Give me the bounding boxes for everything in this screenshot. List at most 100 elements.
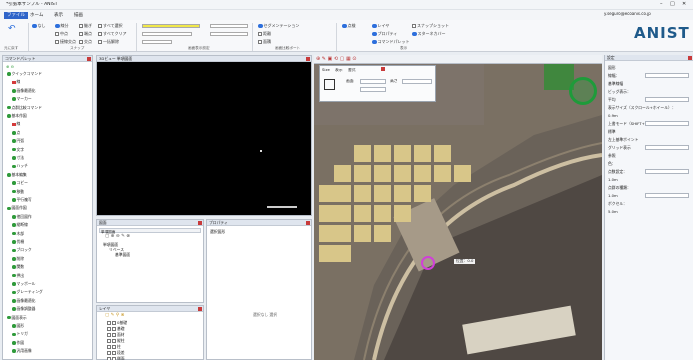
undo-icon[interactable]: ↶: [8, 24, 16, 34]
dialog-tool-1[interactable]: 表示: [335, 68, 343, 73]
btn-inspect[interactable]: 点検: [342, 23, 356, 29]
display-field-1[interactable]: [142, 32, 192, 36]
command-item[interactable]: 線: [12, 79, 20, 85]
selection-marker[interactable]: [421, 256, 435, 270]
snap-none[interactable]: なし: [32, 23, 46, 29]
layer-color[interactable]: [112, 339, 116, 343]
tab-file[interactable]: ファイル: [4, 12, 28, 19]
command-item[interactable]: トリガ: [12, 331, 28, 337]
tree-child-2[interactable]: 基準図面: [115, 252, 130, 258]
btn-layer[interactable]: レイヤ: [372, 23, 389, 29]
settings-field[interactable]: [645, 193, 689, 198]
command-item[interactable]: 画像最適化: [12, 88, 35, 94]
btn-area[interactable]: 面積: [258, 39, 271, 45]
btn-command-palette[interactable]: コマンドパレット: [372, 39, 410, 45]
select-all[interactable]: すべて選択: [98, 23, 123, 29]
layer-checkbox[interactable]: [107, 339, 111, 343]
command-item[interactable]: 図形: [12, 323, 24, 329]
snap-join[interactable]: 継ぎ: [79, 23, 92, 29]
layer-checkbox[interactable]: [107, 321, 111, 325]
command-item[interactable]: 基本編集: [7, 172, 27, 178]
command-item[interactable]: マーカー: [12, 96, 32, 102]
layer-color[interactable]: [112, 345, 116, 349]
dialog-tool-2[interactable]: 書式: [348, 68, 356, 73]
btn-properties[interactable]: プロパティ: [372, 31, 397, 37]
command-item[interactable]: 図面作図: [7, 205, 27, 211]
settings-field[interactable]: [645, 121, 689, 126]
tree-field[interactable]: 単項図面: [99, 228, 201, 234]
map-tool-icons[interactable]: ⊕ ✎ ▣ ⟲ ▢ ▦ ⊙: [316, 56, 356, 62]
btn-star-cover[interactable]: スターネカバー: [412, 31, 446, 37]
close-icon[interactable]: [87, 57, 91, 61]
command-item[interactable]: ハッチ: [12, 163, 28, 169]
close-icon[interactable]: ✕: [682, 1, 686, 7]
command-item[interactable]: 移動: [12, 189, 24, 195]
command-item[interactable]: 文字: [12, 147, 24, 153]
dialog-tool-0[interactable]: Size: [322, 68, 330, 73]
color-slider[interactable]: [142, 24, 200, 28]
dialog-input-3[interactable]: [360, 87, 386, 92]
tab-draw[interactable]: 描画: [71, 12, 86, 19]
3d-view-panel[interactable]: 3Dビュー 単項図面: [96, 55, 312, 216]
command-item[interactable]: 他回図作: [12, 214, 32, 220]
btn-segment[interactable]: セグメンテーション: [258, 23, 299, 29]
command-item[interactable]: 画像調整器: [12, 306, 35, 312]
layer-checkbox[interactable]: [107, 345, 111, 349]
shape-icon[interactable]: [324, 79, 335, 90]
command-item[interactable]: 作図: [12, 340, 24, 346]
command-item[interactable]: 押出: [12, 273, 24, 279]
tab-view[interactable]: 表示: [51, 12, 66, 19]
command-item[interactable]: グレーティング: [12, 289, 43, 295]
snap-midpoint[interactable]: 中点: [55, 31, 68, 37]
command-item[interactable]: 点群比較コマンド: [7, 105, 42, 111]
maximize-icon[interactable]: □: [670, 1, 675, 7]
snap-line[interactable]: 線分: [55, 23, 69, 29]
command-item[interactable]: 寸法: [12, 155, 24, 161]
command-item[interactable]: 円弧: [12, 138, 24, 144]
record-icon[interactable]: [381, 67, 385, 71]
command-item[interactable]: 図面表示: [7, 315, 27, 321]
close-icon[interactable]: [198, 307, 202, 311]
layer-checkbox[interactable]: [107, 327, 111, 331]
command-item[interactable]: 平行複写: [12, 197, 32, 203]
close-icon[interactable]: [198, 221, 202, 225]
tab-home[interactable]: ホーム: [27, 12, 46, 19]
settings-field[interactable]: [645, 145, 689, 150]
layer-checkbox[interactable]: [107, 351, 111, 355]
command-item[interactable]: 削除: [12, 256, 24, 262]
command-item[interactable]: 木部: [12, 231, 24, 237]
snap-intersection[interactable]: 交点: [79, 39, 92, 45]
command-item[interactable]: 画像最適化: [12, 298, 35, 304]
command-item[interactable]: 基本作図: [7, 113, 27, 119]
btn-snapshot[interactable]: スナップショット: [412, 23, 449, 29]
layer-item[interactable]: 側面: [107, 356, 125, 360]
command-item[interactable]: コピー: [12, 180, 28, 186]
command-item[interactable]: ブロック: [12, 247, 32, 253]
display-field-3[interactable]: [210, 24, 248, 28]
command-item[interactable]: クイックコマンド: [7, 71, 42, 77]
layer-color[interactable]: [112, 327, 116, 331]
settings-field[interactable]: [645, 169, 689, 174]
release-all[interactable]: 一括解除: [98, 39, 119, 45]
close-icon[interactable]: [688, 56, 692, 60]
command-item[interactable]: 点: [12, 130, 20, 136]
tree-toolbar-icon[interactable]: ▢ ⊕ ⊖ ✎ ⊗: [105, 234, 130, 239]
close-icon[interactable]: [306, 57, 310, 61]
command-item[interactable]: 伐柵: [12, 239, 24, 245]
layer-color[interactable]: [112, 333, 116, 337]
command-item[interactable]: 汎用画像: [12, 348, 32, 354]
minimize-icon[interactable]: –: [660, 1, 663, 7]
layer-color[interactable]: [112, 321, 116, 325]
display-field-4[interactable]: [210, 32, 248, 36]
command-item[interactable]: 縦断線: [12, 222, 28, 228]
command-item[interactable]: 線: [12, 121, 20, 127]
layer-checkbox[interactable]: [107, 333, 111, 337]
close-icon[interactable]: [306, 221, 310, 225]
expand-icon[interactable]: ⊕ ⊖: [6, 64, 14, 69]
settings-field[interactable]: [645, 97, 689, 102]
snap-endpoint[interactable]: 端点: [79, 31, 92, 37]
dialog-input-2[interactable]: [402, 79, 432, 84]
display-field-2[interactable]: [142, 40, 172, 44]
command-item[interactable]: マッポール: [12, 281, 35, 287]
dialog-input-1[interactable]: [360, 79, 386, 84]
